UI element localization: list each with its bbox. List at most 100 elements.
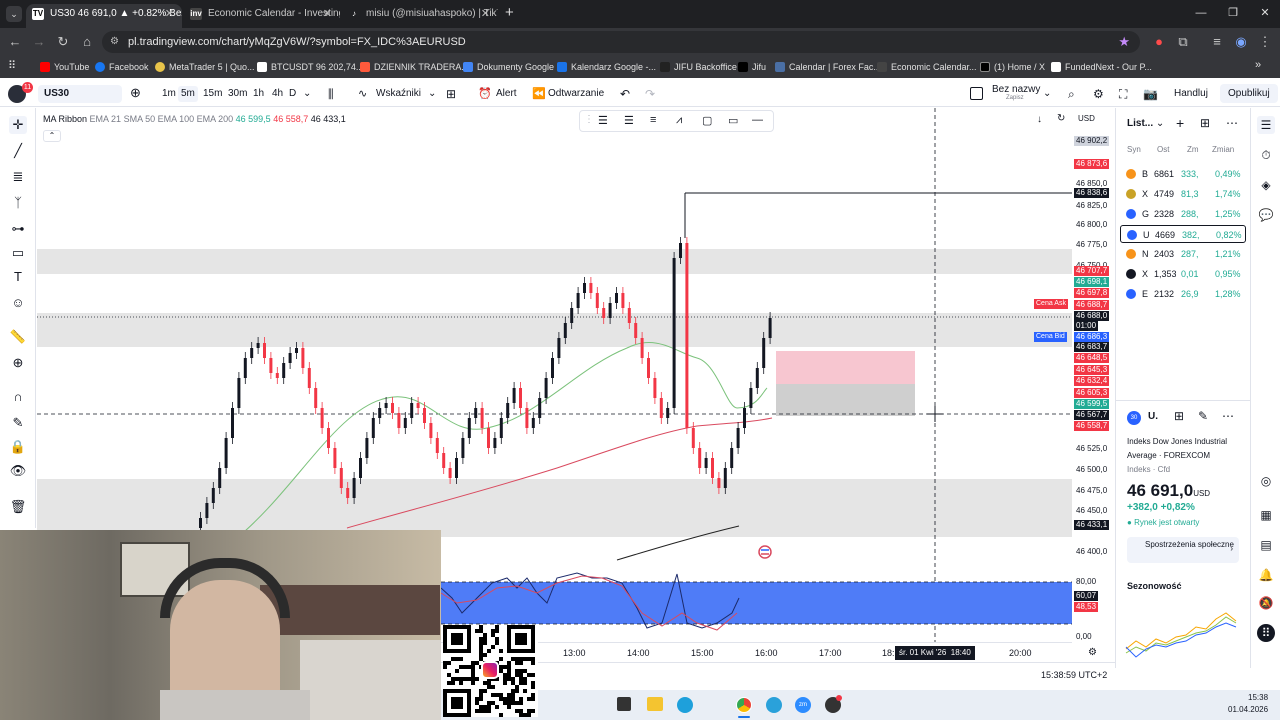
layout-save-label[interactable]: Zapisz xyxy=(1006,95,1024,101)
zoom-icon[interactable]: zm xyxy=(795,697,811,713)
bookmark-forexfactory[interactable]: Calendar | Forex Fac... xyxy=(775,59,881,75)
interval-d[interactable]: D xyxy=(289,86,296,102)
apps-icon[interactable]: ⠿ xyxy=(8,59,16,72)
time-settings-icon[interactable]: ⚙ xyxy=(1088,647,1097,658)
currency-selector[interactable]: USD xyxy=(1078,114,1095,123)
minimize-icon[interactable]: — xyxy=(1186,4,1216,22)
bookmark-jifu-backoffice[interactable]: JIFU Backoffice xyxy=(660,59,737,75)
more-icon[interactable]: ⋯ xyxy=(1226,116,1238,130)
publish-button[interactable]: Opublikuj xyxy=(1220,84,1278,103)
compare-plus-icon[interactable]: ⊕ xyxy=(130,85,141,101)
restore-icon[interactable]: ❐ xyxy=(1218,4,1248,22)
layouts-icon[interactable]: ⊞ xyxy=(446,86,456,102)
header-change[interactable]: Zm xyxy=(1187,145,1199,154)
layout-name[interactable]: Bez nazwy xyxy=(992,84,1040,95)
bookmark-x[interactable]: (1) Home / X xyxy=(980,59,1045,75)
brush-rectangle-icon[interactable]: ▭ xyxy=(9,244,27,262)
calendar-icon[interactable]: ▦ xyxy=(1257,506,1275,524)
price-axis[interactable]: USD 46 850,0 46 825,0 46 800,0 46 775,0 … xyxy=(1072,108,1114,668)
layout-checkbox[interactable] xyxy=(970,87,983,100)
alert-button[interactable]: ⏰ Alert xyxy=(478,86,517,102)
layers-icon[interactable]: ◈ xyxy=(1257,176,1275,194)
header-last[interactable]: Ost xyxy=(1157,145,1169,154)
watchlist-row[interactable]: G 2328 288, 1,25% xyxy=(1120,205,1246,223)
watchlist-icon[interactable]: ☰ xyxy=(1257,116,1275,134)
menu-icon[interactable]: ⋮ xyxy=(1256,33,1274,51)
bookmark-jifu[interactable]: Jifu xyxy=(738,59,766,75)
lock-drawing-icon[interactable]: ✎ xyxy=(9,414,27,432)
floating-drawing-toolbar[interactable]: ⋮ ☰ ☰ ≡ ⩘ ▢ ▭ — xyxy=(579,110,774,132)
edge-icon[interactable] xyxy=(677,697,693,713)
notifications-icon[interactable]: 🔔 xyxy=(1257,566,1275,584)
tab-investing[interactable]: inv Economic Calendar - Investing. ✕ xyxy=(184,4,340,28)
close-icon[interactable]: ✕ xyxy=(481,4,490,24)
interval-dropdown-icon[interactable]: ⌄ xyxy=(303,86,311,102)
replay-button[interactable]: ⏪ Odtwarzanie xyxy=(532,86,604,102)
interval-1h[interactable]: 1h xyxy=(253,86,264,102)
fib-retracement-icon[interactable]: ≣ xyxy=(9,168,27,186)
snapshot-camera-icon[interactable]: 📷 xyxy=(1143,86,1158,102)
bookmark-youtube[interactable]: YouTube xyxy=(40,59,89,75)
bookmark-star-icon[interactable]: ★ xyxy=(1118,31,1130,53)
extensions-icon[interactable]: ⧉ xyxy=(1174,33,1192,51)
clock[interactable]: 15:38:59 UTC+2 xyxy=(1041,670,1107,680)
details-symbol[interactable]: U. xyxy=(1148,411,1158,422)
taskbar-date[interactable]: 01.04.2026 xyxy=(1228,705,1268,714)
chrome-icon[interactable] xyxy=(736,697,752,713)
bookmark-calendar[interactable]: Kalendarz Google -... xyxy=(557,59,656,75)
details-edit-icon[interactable]: ✎ xyxy=(1198,409,1208,423)
watchlist-row[interactable]: E 2132 26,9 1,28% xyxy=(1120,285,1246,303)
drag-handle-icon[interactable]: ⋮ xyxy=(584,114,594,125)
alerts-clock-icon[interactable]: ⏱ xyxy=(1257,146,1275,164)
extension-opera-icon[interactable]: ● xyxy=(1150,33,1168,51)
pattern-icon[interactable]: ᛉ xyxy=(9,194,27,212)
magnet-icon[interactable]: ∩ xyxy=(9,388,27,406)
watchlist-row[interactable]: X 4749 81,3 1,74% xyxy=(1120,185,1246,203)
header-symbol[interactable]: Syn xyxy=(1127,145,1141,154)
symbol-search[interactable]: US30 xyxy=(38,85,122,103)
trade-button[interactable]: Handluj xyxy=(1174,86,1208,102)
emoji-icon[interactable]: ☺ xyxy=(9,294,27,312)
ruler-icon[interactable]: 📏 xyxy=(9,328,27,346)
horizontal-line-icon[interactable]: — xyxy=(752,114,763,126)
tab-search-button[interactable]: ⌄ xyxy=(6,6,22,22)
settings-gear-icon[interactable]: ⚙ xyxy=(1093,86,1104,102)
interval-1m[interactable]: 1m xyxy=(162,86,176,102)
taskbar-time[interactable]: 15:38 xyxy=(1248,693,1268,702)
undo-icon[interactable]: ↶ xyxy=(620,86,630,102)
path-icon[interactable]: ⩘ xyxy=(676,114,682,127)
bookmark-dziennik[interactable]: DZIENNIK TRADERA... xyxy=(360,59,469,75)
bookmark-fundednext[interactable]: FundedNext - Our P... xyxy=(1051,59,1152,75)
header-change-pct[interactable]: Zmian xyxy=(1212,145,1234,154)
bookmark-facebook[interactable]: Facebook xyxy=(95,59,149,75)
new-tab-button[interactable]: + xyxy=(505,4,514,21)
interval-5m[interactable]: 5m xyxy=(178,86,198,102)
interval-15m[interactable]: 15m xyxy=(203,86,222,102)
interval-30m[interactable]: 30m xyxy=(228,86,247,102)
chat-icon[interactable]: 💬 xyxy=(1257,206,1275,224)
interval-4h[interactable]: 4h xyxy=(272,86,283,102)
details-layout-icon[interactable]: ⊞ xyxy=(1174,409,1184,423)
bookmark-btcusdt[interactable]: BTCUSDT 96 202,74... xyxy=(257,59,363,75)
media-control-icon[interactable]: ≡ xyxy=(1208,33,1226,51)
bookmark-metatrader[interactable]: MetaTrader 5 | Quo... xyxy=(155,59,255,75)
legend-collapse-icon[interactable]: ⌃ xyxy=(43,130,61,142)
close-icon[interactable]: ✕ xyxy=(165,4,174,24)
bell-icon[interactable]: 🔕 xyxy=(1257,594,1275,612)
taskview-icon[interactable] xyxy=(617,697,631,711)
trash-icon[interactable]: 🗑 xyxy=(9,498,27,516)
tab-tiktok[interactable]: ♪ misiu (@misiuahaspoko) | TikTo ✕ xyxy=(342,4,498,28)
add-symbol-icon[interactable]: + xyxy=(1176,115,1184,131)
calendar-alt-icon[interactable]: ▤ xyxy=(1257,536,1275,554)
home-icon[interactable]: ⌂ xyxy=(78,33,96,51)
bookmark-docs[interactable]: Dokumenty Google xyxy=(463,59,554,75)
window-close-icon[interactable]: ✕ xyxy=(1250,4,1280,22)
layout-dropdown-icon[interactable]: ⌄ xyxy=(1043,86,1051,102)
indicator-legend[interactable]: MA Ribbon EMA 21 SMA 50 EMA 100 EMA 200 … xyxy=(43,114,346,124)
tab-tradingview[interactable]: TV US30 46 691,0 ▲ +0.82% Bez n ✕ xyxy=(26,4,182,28)
watchlist-row[interactable]: B 6861 333, 0,49% xyxy=(1120,165,1246,183)
fullscreen-icon[interactable]: ⛶ xyxy=(1119,86,1127,102)
apps-grid-icon[interactable]: ⠿ xyxy=(1257,624,1275,642)
site-info-icon[interactable]: ⚙ xyxy=(110,31,119,53)
lock-icon[interactable]: 🔒 xyxy=(9,438,27,456)
